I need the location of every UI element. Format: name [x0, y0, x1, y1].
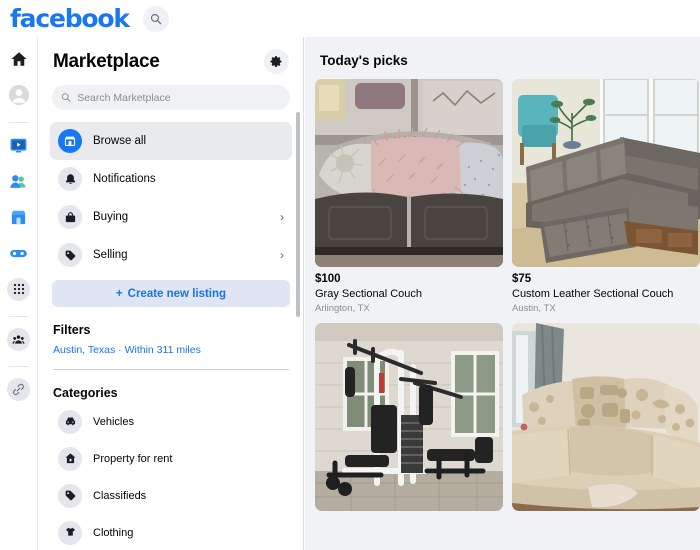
nav-item-notifications[interactable]: Notifications: [50, 160, 292, 198]
category-item-property-for-rent[interactable]: Property for rent: [50, 440, 292, 477]
nav-label: Notifications: [93, 173, 156, 185]
chevron-right-icon: ›: [280, 210, 284, 224]
nav-label: Buying: [93, 211, 129, 223]
listing-card[interactable]: $100 Gray Sectional Couch Arlington, TX: [315, 79, 503, 314]
gear-icon: [270, 56, 282, 67]
nav-item-selling[interactable]: Selling ›: [50, 236, 292, 274]
rail-divider-2: [8, 316, 29, 317]
section-divider: [53, 369, 289, 370]
category-item-vehicles[interactable]: Vehicles: [50, 403, 292, 440]
chevron-right-icon: ›: [280, 248, 284, 262]
gaming-icon: [10, 249, 27, 257]
listings-grid: $100 Gray Sectional Couch Arlington, TX: [315, 79, 700, 520]
marketplace-nav-list: Browse all Notifications Buying › Sellin…: [50, 122, 292, 274]
link-icon: [7, 377, 30, 401]
category-label: Property for rent: [93, 452, 173, 465]
sidebar-item-home[interactable]: [7, 47, 31, 71]
leather-sectional-couch-photo: [512, 79, 700, 267]
listing-thumbnail[interactable]: [512, 323, 700, 511]
nav-item-buying[interactable]: Buying ›: [50, 198, 292, 236]
global-search-button[interactable]: [142, 5, 169, 32]
listing-location: Austin, TX: [512, 303, 556, 314]
filters-heading: Filters: [53, 323, 91, 337]
main-content-area: Today's picks $100 Gray Sectional Couch …: [305, 37, 700, 550]
search-input[interactable]: [77, 91, 281, 104]
sidebar-item-profile[interactable]: [7, 83, 31, 107]
storefront-icon: [58, 129, 82, 153]
category-label: Vehicles: [93, 415, 134, 428]
car-icon: [58, 409, 82, 434]
profile-avatar-icon: [8, 84, 29, 106]
filter-location-value[interactable]: Austin, Texas · Within 311 miles: [53, 344, 289, 356]
price-tag-icon: [58, 483, 82, 508]
panel-header: Marketplace: [50, 37, 292, 74]
facebook-logo[interactable]: facebook: [10, 6, 130, 31]
todays-picks-heading: Today's picks: [320, 53, 408, 68]
listing-thumbnail[interactable]: [512, 79, 700, 267]
watch-icon: [10, 138, 27, 152]
facebook-marketplace-window: facebook Marketplace Search Marketplace …: [0, 0, 700, 550]
category-label: Classifieds: [93, 489, 147, 502]
tshirt-icon: [58, 520, 82, 545]
home-icon: [11, 52, 26, 66]
rail-divider-3: [8, 366, 29, 367]
sidebar-item-marketplace[interactable]: [7, 205, 31, 229]
sidebar-item-friends[interactable]: [7, 169, 31, 193]
sidebar-item-links[interactable]: [7, 377, 31, 401]
price-tag-icon: [58, 243, 82, 267]
plus-icon: +: [115, 287, 123, 300]
top-navigation-bar: facebook: [0, 0, 700, 37]
listing-card[interactable]: [512, 323, 700, 520]
beige-sectional-couch-photo: [512, 323, 700, 511]
sidebar-item-groups[interactable]: [7, 327, 31, 351]
create-listing-label: Create new listing: [127, 287, 227, 300]
home-gym-machine-photo: [315, 323, 503, 511]
category-label: Clothing: [93, 526, 134, 539]
bell-icon: [58, 167, 82, 191]
marketplace-icon: [11, 210, 26, 224]
listing-title: Custom Leather Sectional Couch: [512, 288, 674, 300]
sidebar-item-menu[interactable]: [7, 277, 31, 301]
listing-card[interactable]: $75 Custom Leather Sectional Couch Austi…: [512, 79, 700, 314]
shopping-bag-icon: [58, 205, 82, 229]
sidebar-item-gaming[interactable]: [7, 241, 31, 265]
rail-divider-1: [8, 122, 29, 123]
listing-title: Gray Sectional Couch: [315, 288, 422, 300]
listing-location: Arlington, TX: [315, 303, 370, 314]
category-item-classifieds[interactable]: Classifieds: [50, 477, 292, 514]
nav-label: Browse all: [93, 135, 147, 147]
marketplace-search[interactable]: [52, 85, 290, 110]
category-item-clothing[interactable]: Clothing: [50, 514, 292, 550]
marketplace-settings-button[interactable]: [264, 49, 289, 74]
search-icon: [150, 13, 162, 24]
house-icon: [58, 446, 82, 471]
listing-thumbnail[interactable]: [315, 323, 503, 511]
sidebar-item-watch[interactable]: [7, 133, 31, 157]
listing-card[interactable]: [315, 323, 503, 520]
create-new-listing-button[interactable]: + Create new listing: [52, 280, 290, 307]
search-icon: [61, 93, 71, 102]
listing-thumbnail[interactable]: [315, 79, 503, 267]
listing-price: $75: [512, 273, 532, 285]
nav-item-browse-all[interactable]: Browse all: [50, 122, 292, 160]
sidebar-scrollbar[interactable]: [296, 112, 300, 317]
friends-icon: [10, 174, 26, 188]
marketplace-sidebar-panel: Marketplace Search Marketplace Browse al…: [38, 37, 304, 550]
listing-price: $100: [315, 273, 341, 285]
page-title: Marketplace: [53, 50, 160, 72]
gray-sectional-couch-photo: [315, 79, 503, 267]
categories-list: Vehicles Property for rent Classifieds C…: [50, 403, 292, 550]
categories-heading: Categories: [53, 386, 118, 400]
menu-grid-icon: [7, 277, 30, 301]
left-icon-rail: [0, 37, 38, 550]
nav-label: Selling: [93, 249, 128, 261]
groups-icon: [7, 327, 30, 351]
